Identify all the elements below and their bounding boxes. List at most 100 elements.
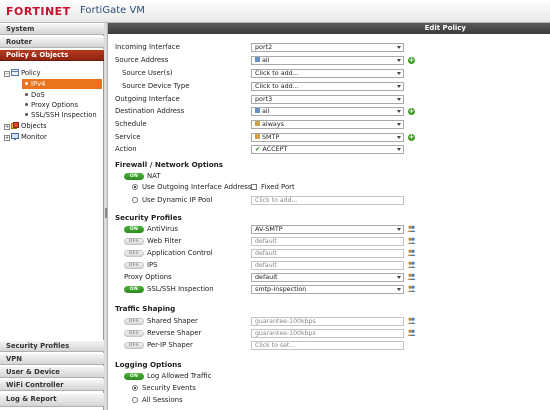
sidebar-section-vpn[interactable]: VPN [0,353,104,365]
chevron-down-icon [397,59,401,62]
expand-icon[interactable]: + [4,124,10,130]
sidebar-section-policy-objects[interactable]: Policy & Objects [0,49,104,61]
action-label: Action [115,145,137,153]
service-icon [255,134,260,139]
antivirus-select[interactable]: AV-SMTP [251,225,404,234]
proxy-options-select[interactable]: default [251,273,404,282]
splitter-grip-icon[interactable] [105,208,107,218]
page-title: Edit Policy [108,23,550,34]
edit-profile-icon[interactable] [407,273,416,281]
sidebar-section-wifi-controller[interactable]: WiFi Controller [0,379,104,391]
app-control-toggle[interactable]: OFF [124,250,144,257]
chevron-down-icon [397,85,401,88]
use-dynamic-ip-pool-radio[interactable] [132,197,138,203]
shared-shaper-toggle[interactable]: OFF [124,318,144,325]
edit-profile-icon[interactable] [407,249,416,257]
edit-shaper-icon[interactable] [407,317,416,325]
schedule-label: Schedule [115,120,147,128]
tree-label-ssl-inspection: SSL/SSH Inspection [31,111,97,119]
sidebar-section-router[interactable]: Router [0,36,104,48]
tree-label-monitor: Monitor [21,133,47,141]
edit-profile-icon[interactable] [407,225,416,233]
reverse-shaper-select[interactable]: guarantee-100kbps [251,329,404,338]
top-banner: FORTINET FortiGate VM [0,0,550,23]
ssl-ssh-inspection-toggle[interactable]: ON [124,286,144,293]
sidebar-section-system[interactable]: System [0,23,104,35]
ssl-ssh-inspection-select[interactable]: smtp-inspection [251,285,404,294]
nat-label: NAT [147,172,161,180]
chevron-down-icon [397,148,401,151]
incoming-interface-select[interactable]: port2 [251,43,404,52]
traffic-shaping-heading: Traffic Shaping [115,304,176,313]
reverse-shaper-toggle[interactable]: OFF [124,330,144,337]
sidebar: System Router Policy & Objects − Policy I… [0,23,104,410]
dynamic-ip-pool-input[interactable]: Click to add... [251,196,404,205]
use-outgoing-interface-radio[interactable] [132,184,138,190]
destination-address-select[interactable]: all [251,107,404,116]
collapse-icon[interactable]: − [4,71,10,77]
ips-select[interactable]: default [251,261,404,270]
tree-label-proxy-options: Proxy Options [31,101,79,109]
tree-item-proxy-options[interactable]: Proxy Options [25,100,78,110]
tree-item-ipv4[interactable]: IPv4 [22,79,102,89]
security-profiles-heading: Security Profiles [115,213,182,222]
per-ip-shaper-label: Per-IP Shaper [147,341,193,349]
use-dynamic-ip-pool-label: Use Dynamic IP Pool [142,196,213,204]
source-device-type-label: Source Device Type [122,82,190,90]
source-address-select[interactable]: all [251,56,404,65]
source-address-label: Source Address [115,56,169,64]
add-service-icon[interactable]: + [408,134,415,141]
add-source-address-icon[interactable]: + [408,57,415,64]
source-users-select[interactable]: Click to add... [251,69,404,78]
source-device-type-select[interactable]: Click to add... [251,82,404,91]
web-filter-select[interactable]: default [251,237,404,246]
service-label: Service [115,133,141,141]
tree-item-ssl-inspection[interactable]: SSL/SSH Inspection [25,110,97,120]
address-icon [255,57,260,62]
edit-shaper-icon[interactable] [407,329,416,337]
sidebar-section-security-profiles[interactable]: Security Profiles [0,340,104,352]
nat-toggle[interactable]: ON [124,173,144,180]
schedule-select[interactable]: always [251,120,404,129]
add-destination-address-icon[interactable]: + [408,108,415,115]
app-control-select[interactable]: default [251,249,404,258]
shared-shaper-select[interactable]: guarantee-100kbps [251,317,404,326]
action-select[interactable]: ✔ ACCEPT [251,145,404,154]
address-icon [255,108,260,113]
sidebar-section-log-report[interactable]: Log & Report [0,393,104,407]
edit-profile-icon[interactable] [407,261,416,269]
all-sessions-radio[interactable] [132,397,138,403]
chevron-down-icon [397,228,401,231]
check-icon: ✔ [255,145,261,153]
outgoing-interface-select[interactable]: port3 [251,95,404,104]
edit-profile-icon[interactable] [407,237,416,245]
destination-address-label: Destination Address [115,107,185,115]
bullet-icon [25,82,28,85]
tree-label-dos: DoS [31,91,45,99]
bullet-icon [25,113,28,116]
per-ip-shaper-select[interactable]: Click to set... [251,341,404,350]
tree-item-policy[interactable]: − Policy [4,68,41,78]
policy-icon [11,69,19,76]
service-select[interactable]: SMTP [251,133,404,142]
security-events-radio[interactable] [132,385,138,391]
chevron-down-icon [397,288,401,291]
web-filter-toggle[interactable]: OFF [124,238,144,245]
per-ip-shaper-toggle[interactable]: OFF [124,342,144,349]
fixed-port-label: Fixed Port [261,183,295,191]
web-filter-label: Web Filter [147,237,182,245]
expand-icon[interactable]: + [4,135,10,141]
tree-item-monitor[interactable]: + Monitor [4,132,47,142]
use-outgoing-interface-label: Use Outgoing Interface Address [142,183,252,191]
ssl-ssh-inspection-label: SSL/SSH Inspection [147,285,214,293]
ips-toggle[interactable]: OFF [124,262,144,269]
tree-item-dos[interactable]: DoS [25,90,45,100]
chevron-down-icon [397,72,401,75]
log-allowed-traffic-toggle[interactable]: ON [124,373,144,380]
fortinet-logo: FORTINET [6,5,71,18]
sidebar-section-user-device[interactable]: User & Device [0,366,104,378]
tree-item-objects[interactable]: + Objects [4,121,47,131]
edit-profile-icon[interactable] [407,285,416,293]
fixed-port-checkbox[interactable] [251,184,257,190]
antivirus-toggle[interactable]: ON [124,226,144,233]
